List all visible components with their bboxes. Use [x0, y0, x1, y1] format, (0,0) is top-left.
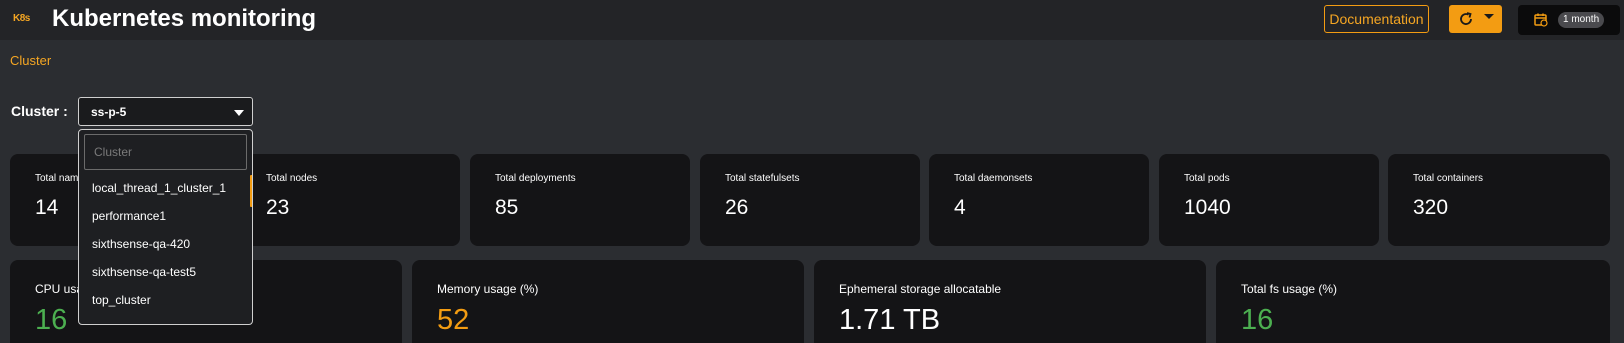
usage-value: 16: [35, 304, 68, 336]
cluster-search-field[interactable]: [84, 134, 247, 170]
cluster-option[interactable]: sixthsense-qa-420: [79, 230, 252, 258]
stat-value: 23: [266, 196, 290, 219]
usage-label: Memory usage (%): [437, 282, 539, 296]
cluster-option[interactable]: local_thread_1_cluster_1: [79, 174, 252, 202]
stat-label: Total nodes: [266, 173, 318, 184]
stat-card-deployments: Total deployments 85: [470, 154, 690, 246]
time-range-picker[interactable]: 1 month: [1518, 5, 1620, 35]
cluster-option[interactable]: sixthsense-qa-test5: [79, 258, 252, 286]
stat-label: Total statefulsets: [725, 173, 800, 184]
cluster-select[interactable]: ss-p-5: [78, 97, 253, 126]
k8s-logo: K8s: [13, 13, 30, 24]
cluster-select-value: ss-p-5: [91, 105, 127, 119]
breadcrumb[interactable]: Cluster: [10, 53, 51, 68]
stat-card-nodes: Total nodes 23: [240, 154, 460, 246]
cluster-search-input[interactable]: [85, 135, 246, 169]
page-title: Kubernetes monitoring: [52, 5, 317, 32]
stat-label: Total containers: [1413, 173, 1484, 184]
stat-value: 4: [954, 196, 966, 219]
usage-card-ephemeral-storage: Ephemeral storage allocatable 1.71 TB: [814, 260, 1206, 343]
stat-value: 320: [1413, 196, 1449, 219]
calendar-clock-icon: [1534, 13, 1548, 27]
usage-value: 16: [1241, 304, 1274, 336]
usage-value: 52: [437, 304, 470, 336]
cluster-option-list: local_thread_1_cluster_1 performance1 si…: [79, 174, 252, 314]
chevron-down-icon[interactable]: [1483, 11, 1495, 23]
stat-card-statefulsets: Total statefulsets 26: [700, 154, 920, 246]
stat-label: Total deployments: [495, 173, 576, 184]
cluster-dropdown-menu: local_thread_1_cluster_1 performance1 si…: [78, 129, 253, 325]
usage-card-fs: Total fs usage (%) 16: [1216, 260, 1610, 343]
cluster-option[interactable]: performance1: [79, 202, 252, 230]
stat-value: 1040: [1184, 196, 1231, 219]
usage-value: 1.71 TB: [839, 304, 941, 336]
stat-card-daemonsets: Total daemonsets 4: [929, 154, 1149, 246]
usage-card-memory: Memory usage (%) 52: [412, 260, 804, 343]
stat-card-containers: Total containers 320: [1388, 154, 1610, 246]
usage-label: Total fs usage (%): [1241, 282, 1338, 296]
usage-label: Ephemeral storage allocatable: [839, 282, 1002, 296]
refresh-icon[interactable]: [1457, 10, 1475, 28]
top-bar: K8s Kubernetes monitoring Documentation …: [0, 0, 1624, 40]
stat-card-pods: Total pods 1040: [1159, 154, 1379, 246]
cluster-filter-label: Cluster :: [11, 103, 68, 119]
time-range-badge: 1 month: [1558, 12, 1605, 28]
refresh-button[interactable]: [1449, 5, 1502, 33]
cluster-option[interactable]: top_cluster: [79, 286, 252, 314]
documentation-button[interactable]: Documentation: [1324, 5, 1429, 33]
stat-value: 14: [35, 196, 59, 219]
stat-label: Total pods: [1184, 173, 1230, 184]
stat-value: 85: [495, 196, 519, 219]
dropdown-scrollbar[interactable]: [250, 175, 252, 207]
stat-label: Total daemonsets: [954, 173, 1033, 184]
stat-value: 26: [725, 196, 749, 219]
dropdown-caret-icon[interactable]: [234, 110, 244, 116]
